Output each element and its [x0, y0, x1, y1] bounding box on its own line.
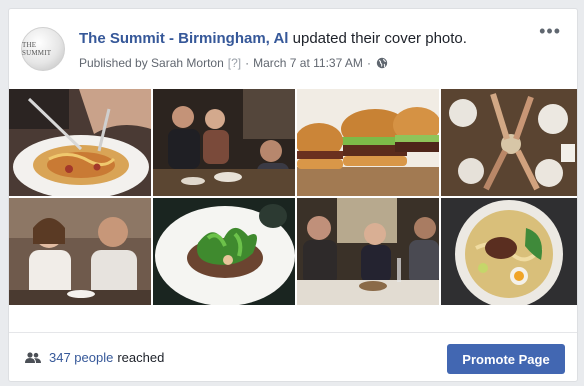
avatar-logo-text: THE SUMMIT [22, 41, 52, 57]
couple-dining-photo[interactable] [9, 198, 151, 305]
page-name-link[interactable]: The Summit - Birmingham, Al [79, 30, 288, 47]
promote-page-button[interactable]: Promote Page [447, 344, 565, 374]
ramen-bowl-photo[interactable] [441, 198, 578, 305]
post-meta-line: Published by Sarah Morton [?] · March 7 … [79, 56, 388, 70]
help-marker[interactable]: [?] [228, 56, 241, 70]
friends-dinner-photo[interactable] [297, 198, 439, 305]
more-options-icon[interactable]: ••• [539, 22, 561, 40]
salad-plate-photo[interactable] [153, 198, 295, 305]
footer-divider [9, 332, 577, 333]
table-toast-photo[interactable] [441, 89, 578, 196]
meta-separator: · [245, 56, 250, 70]
post-timestamp[interactable]: March 7 at 11:37 AM [253, 56, 363, 70]
pasta-plate-photo[interactable] [9, 89, 151, 196]
meta-separator-2: · [366, 56, 371, 70]
post-action-text: updated their cover photo. [292, 30, 467, 47]
post-header: THE SUMMIT The Summit - Birmingham, Al u… [21, 22, 565, 79]
post-card: THE SUMMIT The Summit - Birmingham, Al u… [8, 8, 578, 382]
globe-icon[interactable] [376, 57, 388, 69]
published-by-text: Published by Sarah Morton [79, 56, 224, 70]
burgers-photo[interactable] [297, 89, 439, 196]
post-title-line: The Summit - Birmingham, Al updated thei… [79, 30, 467, 47]
restaurant-diners-photo[interactable] [153, 89, 295, 196]
people-icon [25, 351, 41, 363]
cover-photo-grid[interactable] [9, 89, 578, 305]
reach-summary: 347 people reached [25, 350, 164, 365]
reach-count-link[interactable]: 347 people [49, 350, 113, 365]
page-avatar[interactable]: THE SUMMIT [21, 27, 65, 71]
reach-suffix: reached [117, 350, 165, 365]
